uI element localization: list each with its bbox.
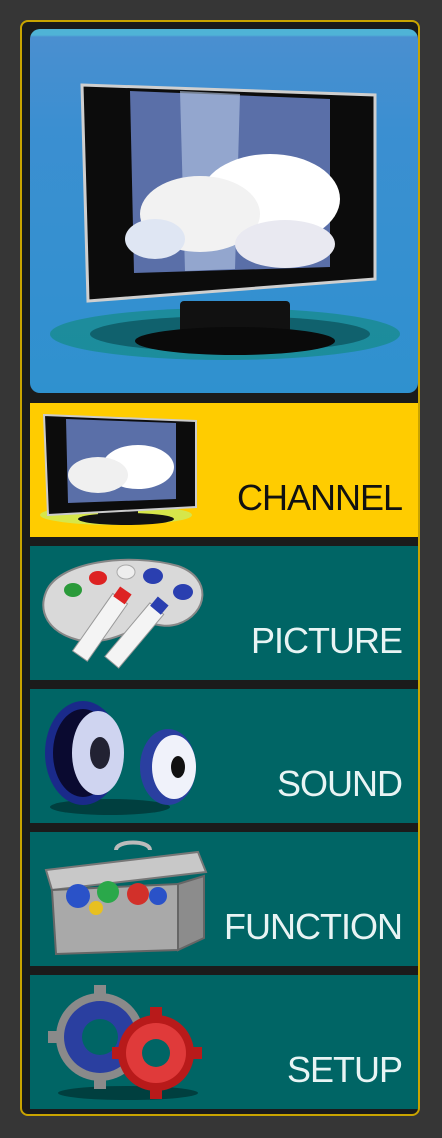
- menu-item-picture[interactable]: PICTURE: [30, 546, 418, 680]
- tv-icon: [40, 413, 197, 525]
- toolbox-icon: [44, 840, 208, 956]
- tv-icon: [50, 83, 400, 360]
- hero-tv-image: [30, 29, 418, 393]
- menu-item-label: FUNCTION: [224, 906, 403, 947]
- menu-item-channel[interactable]: CHANNEL: [30, 403, 418, 537]
- menu-item-setup[interactable]: SETUP: [30, 975, 418, 1109]
- gears-icon: [48, 985, 202, 1100]
- menu-item-label: SETUP: [286, 1049, 403, 1090]
- menu-item-function[interactable]: FUNCTION: [30, 832, 418, 966]
- menu-item-label: CHANNEL: [236, 477, 403, 518]
- paint-palette-icon: [42, 558, 204, 669]
- speaker-icon: [45, 701, 196, 815]
- menu-item-label: SOUND: [276, 763, 403, 804]
- menu-item-label: PICTURE: [250, 620, 403, 661]
- menu-item-sound[interactable]: SOUND: [30, 689, 418, 823]
